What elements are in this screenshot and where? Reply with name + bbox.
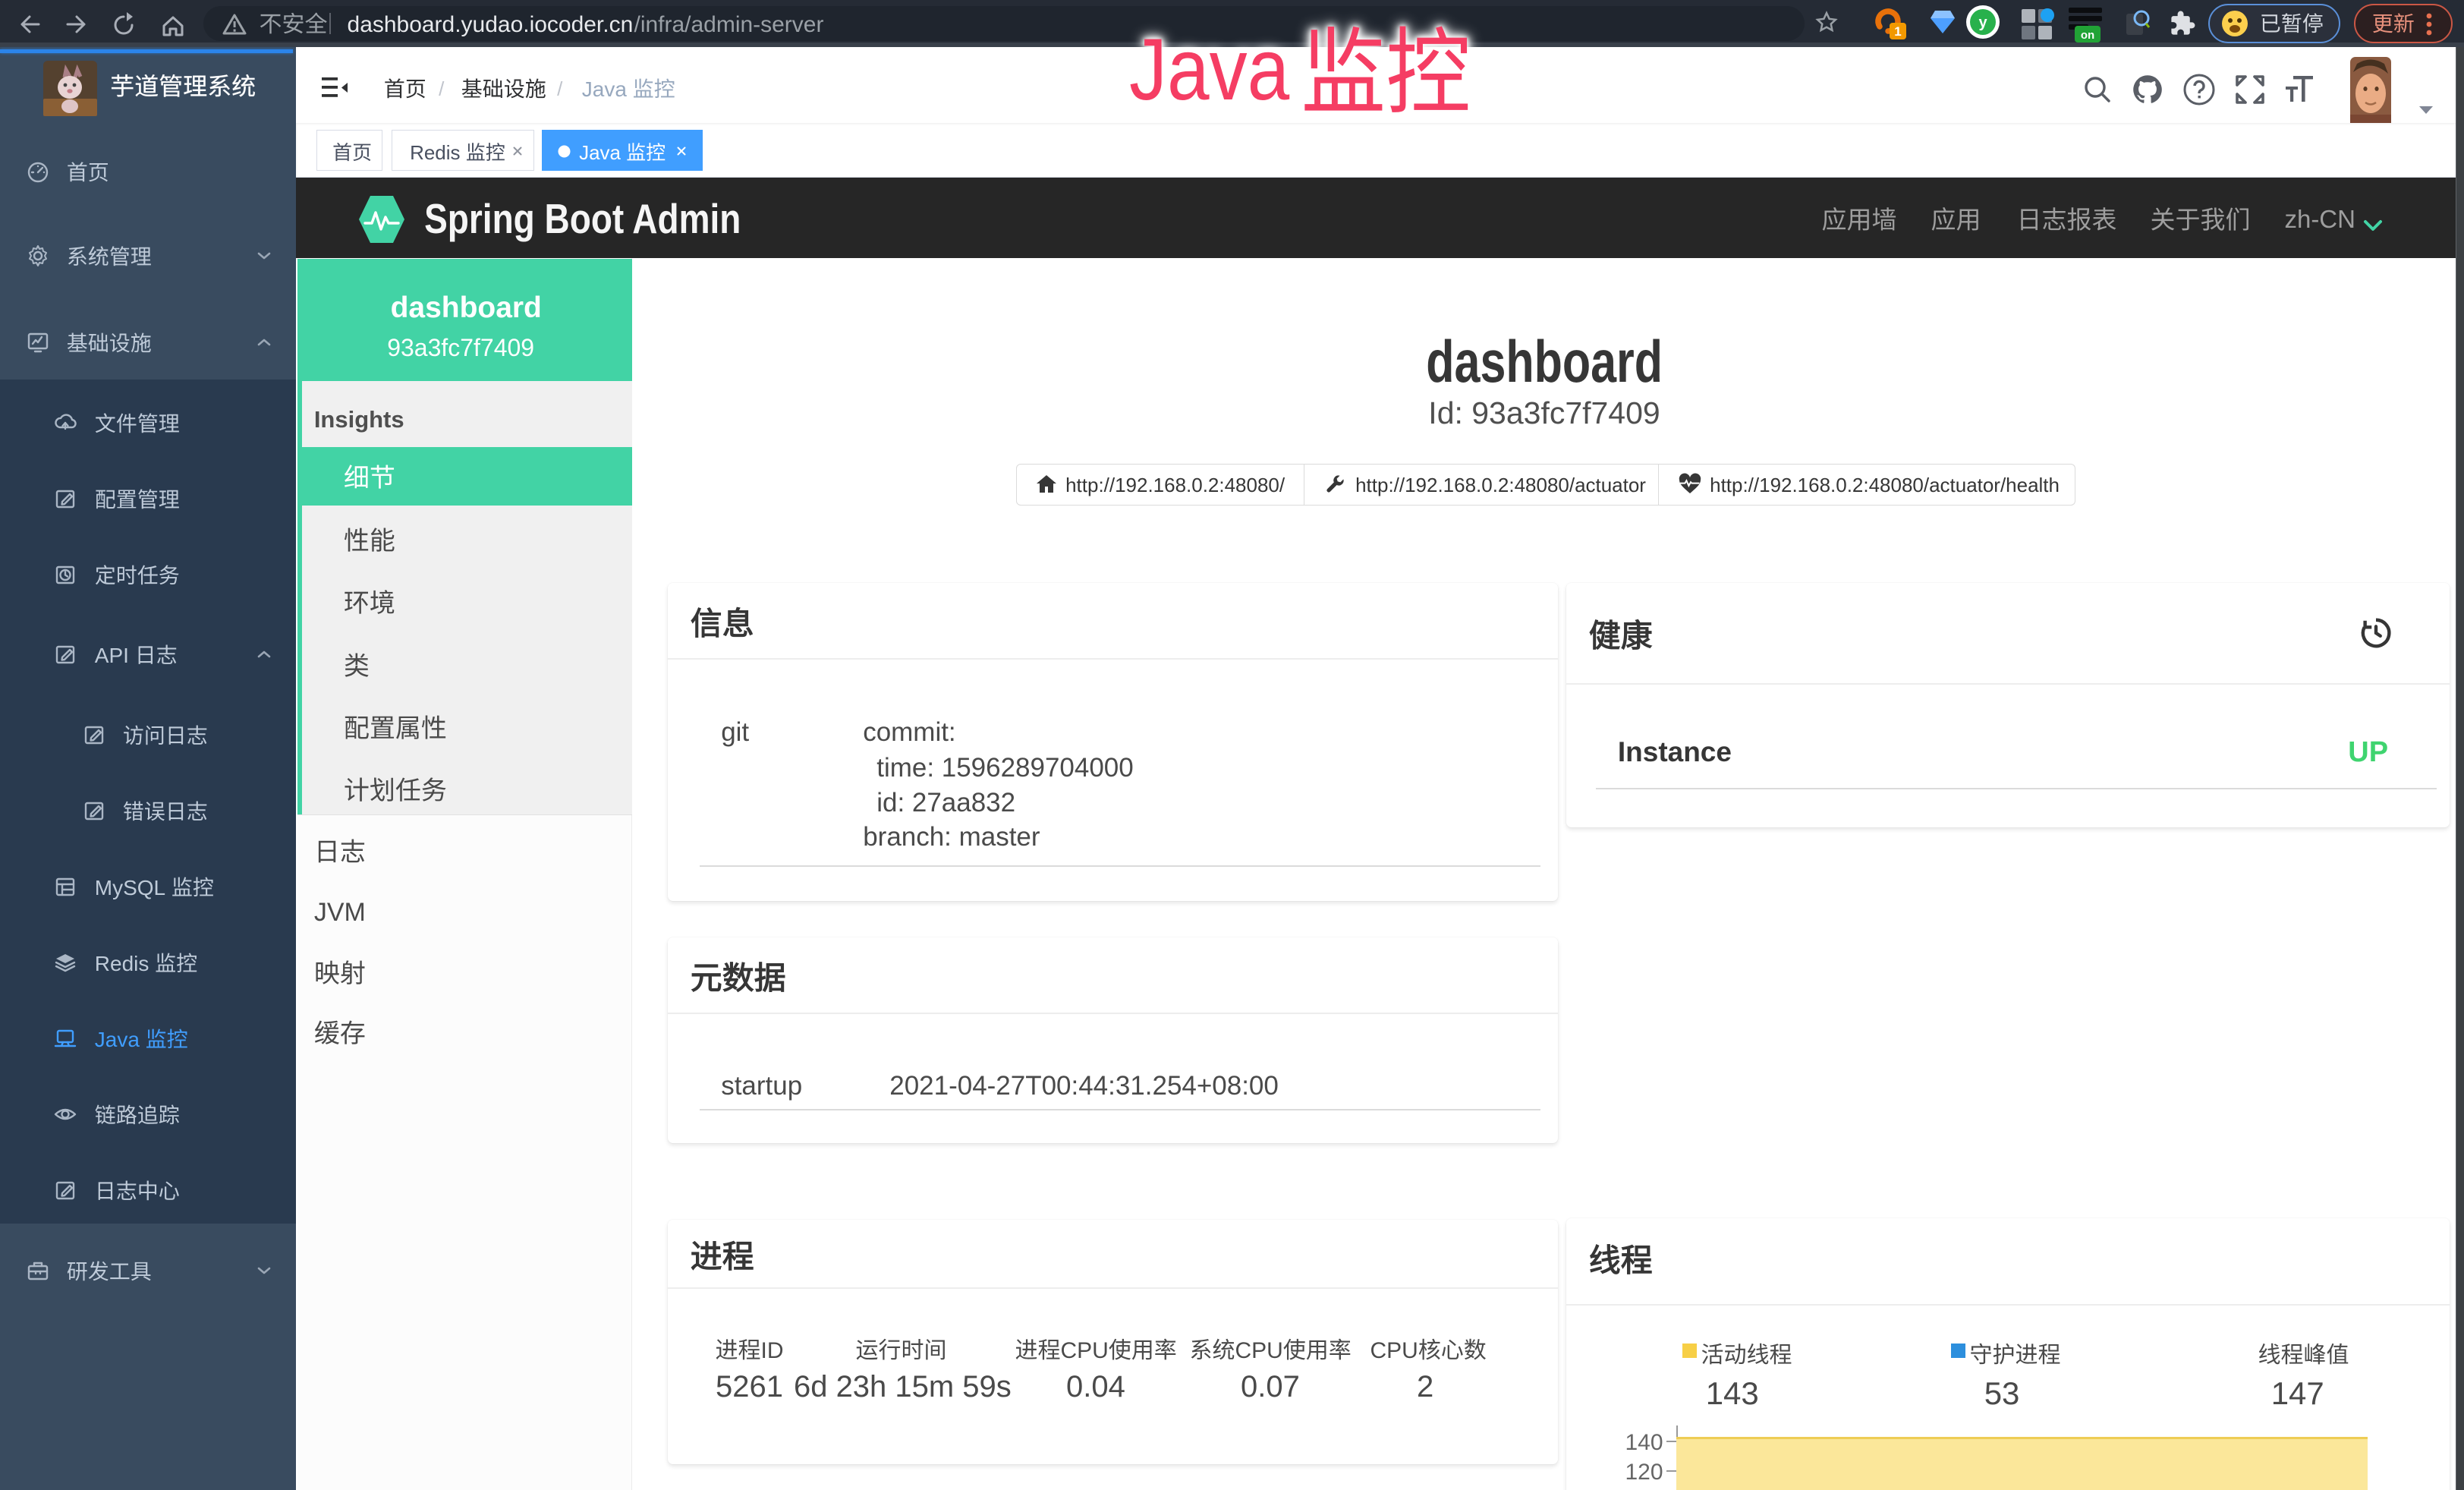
svg-text:branch: master: branch: master	[863, 822, 1040, 852]
svg-text:120: 120	[1625, 1460, 1663, 1485]
svg-text:zh-CN: zh-CN	[2285, 205, 2355, 233]
svg-text:/infra/admin-server: /infra/admin-server	[634, 12, 824, 37]
svg-text:Redis: Redis	[410, 141, 466, 164]
svg-text:dashboard: dashboard	[1426, 329, 1663, 395]
svg-text:Java: Java	[1129, 20, 1289, 118]
svg-text:0.07: 0.07	[1241, 1370, 1300, 1403]
svg-text:2021-04-27T00:44:31.254+08:00: 2021-04-27T00:44:31.254+08:00	[889, 1071, 1279, 1101]
svg-text:Instance: Instance	[1618, 736, 1732, 767]
svg-text:CPU: CPU	[1370, 1338, 1418, 1363]
svg-text:dashboard.yudao.iocoder.cn: dashboard.yudao.iocoder.cn	[347, 12, 633, 37]
svg-text:6d 23h 15m 59s: 6d 23h 15m 59s	[794, 1370, 1012, 1403]
svg-text:Java: Java	[579, 141, 626, 164]
svg-text:http://192.168.0.2:48080/actua: http://192.168.0.2:48080/actuator/health	[1710, 474, 2060, 496]
svg-text:ID: ID	[760, 1338, 783, 1363]
svg-text:Redis: Redis	[95, 952, 155, 975]
svg-text:id: 27aa832: id: 27aa832	[876, 788, 1015, 817]
svg-text:y: y	[1978, 14, 1987, 31]
svg-text:/: /	[557, 77, 563, 100]
svg-text:API: API	[95, 644, 135, 667]
svg-text:UP: UP	[2348, 736, 2388, 768]
svg-text:Spring Boot Admin: Spring Boot Admin	[424, 195, 741, 241]
svg-text:http://192.168.0.2:48080/: http://192.168.0.2:48080/	[1065, 474, 1285, 496]
svg-text:140: 140	[1625, 1430, 1663, 1455]
svg-text:Id: 93a3fc7f7409: Id: 93a3fc7f7409	[1428, 395, 1660, 430]
svg-text:dashboard: dashboard	[390, 291, 541, 324]
svg-text:Insights: Insights	[314, 406, 404, 433]
svg-text:1: 1	[1894, 24, 1901, 39]
svg-text:startup: startup	[721, 1071, 802, 1101]
svg-text:5261: 5261	[716, 1370, 783, 1403]
svg-text:53: 53	[1984, 1375, 2020, 1411]
svg-text:93a3fc7f7409: 93a3fc7f7409	[387, 334, 534, 361]
svg-text:Java: Java	[95, 1028, 146, 1051]
svg-text:0.04: 0.04	[1066, 1370, 1125, 1403]
svg-text:commit:: commit:	[863, 717, 955, 747]
svg-text:143: 143	[1706, 1375, 1759, 1411]
svg-text:Java: Java	[582, 77, 633, 101]
svg-text:MySQL: MySQL	[95, 876, 171, 899]
svg-text:http://192.168.0.2:48080/actua: http://192.168.0.2:48080/actuator	[1355, 474, 1646, 496]
svg-text:on: on	[2081, 29, 2094, 42]
svg-text:time: 1596289704000: time: 1596289704000	[876, 753, 1133, 783]
svg-text:JVM: JVM	[314, 898, 366, 927]
svg-text:2: 2	[1417, 1370, 1433, 1403]
svg-text:/: /	[439, 77, 445, 100]
svg-text:147: 147	[2271, 1375, 2324, 1411]
svg-text:git: git	[721, 717, 749, 747]
svg-text:CPU: CPU	[1060, 1338, 1108, 1363]
svg-text:CPU: CPU	[1235, 1338, 1282, 1363]
